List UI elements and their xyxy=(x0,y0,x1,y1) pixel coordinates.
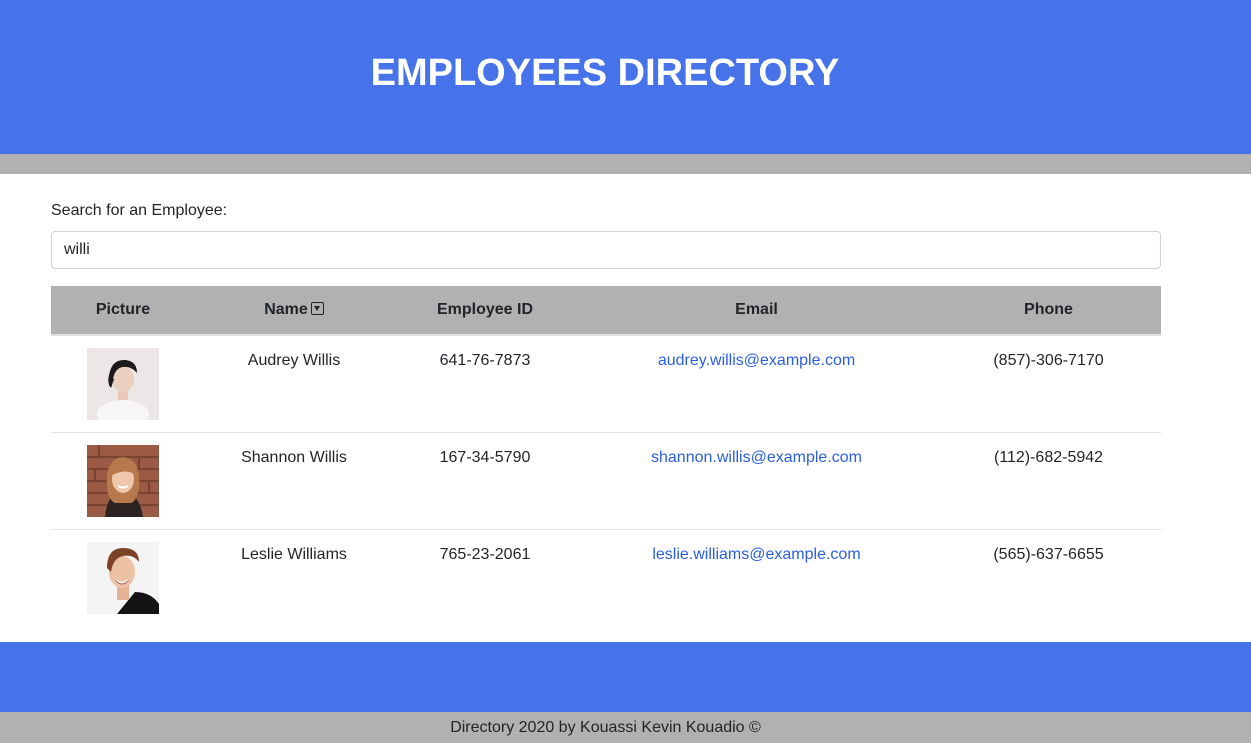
phone-cell: (565)-637-6655 xyxy=(993,545,1104,563)
column-header-name: Name xyxy=(195,286,393,336)
employee-id-cell: 765-23-2061 xyxy=(439,545,531,563)
header-divider-bar xyxy=(0,154,1251,174)
employee-avatar xyxy=(87,348,159,420)
email-cell: leslie.williams@example.com xyxy=(577,529,936,626)
table-row: Leslie Williams 765-23-2061 leslie.willi… xyxy=(51,529,1161,626)
employee-avatar xyxy=(87,541,159,614)
column-header-phone-label: Phone xyxy=(1024,301,1073,318)
email-link[interactable]: shannon.willis@example.com xyxy=(651,449,862,466)
table-header: Picture Name Employee ID Email Phone xyxy=(51,286,1161,336)
search-label: Search for an Employee: xyxy=(51,202,228,219)
employee-table: Picture Name Employee ID Email Phone Aud… xyxy=(51,286,1161,626)
phone-cell: (112)-682-5942 xyxy=(993,448,1104,466)
page-header: EMPLOYEES DIRECTORY xyxy=(0,0,1251,154)
footer-credit: Directory 2020 by Kouassi Kevin Kouadio … xyxy=(0,712,1251,743)
picture-cell xyxy=(51,432,195,529)
table-row: Audrey Willis 641-76-7873 audrey.willis@… xyxy=(51,335,1161,432)
table-body: Audrey Willis 641-76-7873 audrey.willis@… xyxy=(51,335,1161,626)
email-link[interactable]: leslie.williams@example.com xyxy=(652,546,860,563)
table-row: Shannon Willis 167-34-5790 shannon.willi… xyxy=(51,432,1161,529)
column-header-email: Email xyxy=(577,286,936,336)
sort-down-square-icon[interactable] xyxy=(310,302,324,315)
name-cell: Shannon Willis xyxy=(241,448,347,466)
column-header-picture: Picture xyxy=(51,286,195,336)
column-header-name-label: Name xyxy=(264,301,308,318)
table-header-row: Picture Name Employee ID Email Phone xyxy=(51,286,1161,336)
column-header-picture-label: Picture xyxy=(95,301,151,318)
page-title: EMPLOYEES DIRECTORY xyxy=(370,52,840,94)
employee-id-cell: 167-34-5790 xyxy=(439,448,531,466)
name-cell: Audrey Willis xyxy=(247,352,341,369)
page-footer xyxy=(0,642,1251,712)
employee-avatar xyxy=(87,444,159,517)
name-cell: Leslie Williams xyxy=(241,545,347,563)
column-header-phone: Phone xyxy=(936,286,1161,336)
column-header-employee-id-label: Employee ID xyxy=(436,301,534,318)
picture-cell xyxy=(51,529,195,626)
column-header-employee-id: Employee ID xyxy=(393,286,577,336)
email-link[interactable]: audrey.willis@example.com xyxy=(658,352,855,369)
email-cell: shannon.willis@example.com xyxy=(577,432,936,529)
email-cell: audrey.willis@example.com xyxy=(577,335,936,432)
picture-cell xyxy=(51,335,195,432)
column-header-email-label: Email xyxy=(735,301,778,318)
search-input[interactable] xyxy=(51,231,1161,269)
phone-cell: (857)-306-7170 xyxy=(993,352,1104,369)
employee-id-cell: 641-76-7873 xyxy=(439,352,531,369)
